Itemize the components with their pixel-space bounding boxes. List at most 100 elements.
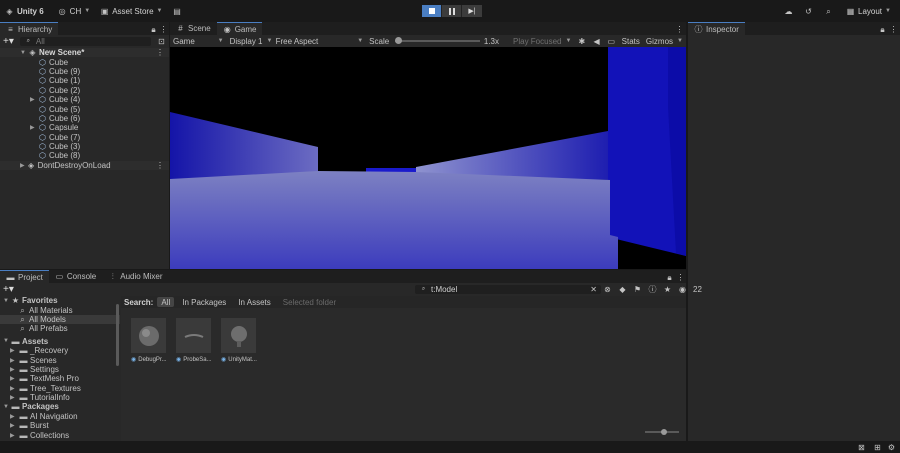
tree-item[interactable]: ▶ ▬ Scenes [0,355,120,365]
pause-button[interactable] [442,5,462,17]
zoom-slider[interactable] [645,429,679,435]
packages-header[interactable]: ▼ ▬ Packages [0,402,120,411]
star-icon[interactable]: ★ [663,285,672,294]
gizmos-dropdown[interactable]: Gizmos ▼ [646,37,683,46]
chevron-right-icon[interactable]: ▶ [10,347,17,354]
network-icon[interactable]: ⊠ [857,443,866,452]
cloud-icon[interactable]: ☁ [784,7,793,16]
play-focused-dropdown[interactable]: Play Focused ▼ [513,37,571,46]
account-button[interactable]: ◈ Unity 6 [0,0,49,22]
create-button[interactable]: +▾ [3,284,14,295]
chevron-right-icon[interactable]: ▶ [30,96,36,103]
cache-icon[interactable]: ⊞ [873,443,882,452]
dont-destroy-row[interactable]: ▶ ◈ DontDestroyOnLoad ⋮ [0,160,169,171]
game-viewport[interactable] [170,47,686,269]
tree-item[interactable]: ▶ ▬ TextMesh Pro [0,374,120,383]
hierarchy-item[interactable]: ⬡ Cube (9) [0,67,169,76]
chevron-right-icon[interactable]: ▶ [10,413,17,420]
play-button[interactable] [422,5,442,17]
lock-icon[interactable]: 🔒︎ [878,25,887,34]
model-asset[interactable]: ◉ UnityMat... [221,318,257,363]
chevron-right-icon[interactable]: ▶ [10,385,17,392]
tab-audio-mixer[interactable]: ⫶ Audio Mixer [102,270,168,283]
chevron-right-icon[interactable]: ▶ [10,375,17,382]
aspect-dropdown[interactable]: Free Aspect ▼ [276,37,364,46]
tree-item[interactable]: ▶ ▬ AI Navigation [0,412,120,421]
step-button[interactable]: ▶| [462,5,482,17]
chevron-right-icon[interactable]: ▶ [20,162,25,169]
project-search-input[interactable]: ⌕ t:Model ✕ [415,285,601,294]
scale-slider-handle[interactable] [395,37,403,44]
tab-game[interactable]: ◉ Game [216,22,263,35]
hierarchy-item[interactable]: ▶ ⬡ Capsule [0,123,169,132]
hierarchy-search-input[interactable]: ⌕ All [19,36,151,46]
lock-icon[interactable]: 🔒︎ [665,273,674,282]
chevron-down-icon[interactable]: ▼ [3,404,9,410]
tree-item[interactable]: ▶ ▬ Burst [0,421,120,430]
tree-item[interactable]: ⌕ All Materials [0,305,120,315]
more-icon[interactable]: ⋮ [156,161,164,170]
stats-button[interactable]: Stats [622,37,640,46]
tree-item[interactable]: ⌕ All Prefabs [0,324,120,333]
hierarchy-item[interactable]: ⬡ Cube [0,57,169,67]
search-by-label-icon[interactable]: ◆ [618,285,627,294]
scale-slider[interactable] [395,37,481,45]
more-icon[interactable]: ⋮ [156,48,164,57]
model-asset[interactable]: ◉ ProbeSa... [176,318,212,363]
tree-scrollbar[interactable] [116,304,119,366]
chevron-right-icon[interactable]: ▶ [10,357,17,364]
hierarchy-item[interactable]: ▶ ⬡ Cube (4) [0,95,169,104]
hierarchy-item[interactable]: ⬡ Cube (5) [0,104,169,114]
search-by-type-icon[interactable]: ⊗ [603,285,612,294]
chevron-down-icon[interactable]: ▼ [3,338,9,344]
assets-header[interactable]: ▼ ▬ Assets [0,337,120,346]
hierarchy-item[interactable]: ⬡ Cube (3) [0,142,169,151]
display-dropdown[interactable]: Display 1 ▼ [230,37,273,46]
more-icon[interactable]: ⋮ [889,25,898,34]
settings-icon[interactable]: ⚙ [887,443,896,452]
chevron-right-icon[interactable]: ▶ [10,422,17,429]
chevron-down-icon[interactable]: ▼ [20,50,26,56]
chevron-right-icon[interactable]: ▶ [10,366,17,373]
hierarchy-item[interactable]: ⬡ Cube (8) [0,151,169,160]
bug-icon[interactable]: ✱ [577,37,586,46]
tab-hierarchy[interactable]: ≡ Hierarchy [0,22,59,35]
tab-project[interactable]: ▬ Project [0,270,49,283]
more-icon[interactable]: ⋮ [676,273,685,282]
scene-row[interactable]: ▼ ◈ New Scene* ⋮ [0,48,169,58]
asset-store-dropdown[interactable]: ▣ Asset Store ▼ [95,0,167,22]
chevron-down-icon[interactable]: ▼ [3,298,9,304]
tab-scene[interactable]: # Scene [170,22,217,35]
more-icon[interactable]: ⋮ [675,25,684,34]
filter-selected-folder[interactable]: Selected folder [279,297,340,307]
tab-console[interactable]: ▭ Console [49,270,102,283]
favorites-header[interactable]: ▼ ★ Favorites [0,296,120,305]
layout-dropdown[interactable]: ▦ Layout ▼ [844,5,893,17]
tree-item[interactable]: ▶ ▬ Tree_Textures [0,384,120,393]
hierarchy-item[interactable]: ⬡ Cube (2) [0,86,169,95]
hierarchy-item[interactable]: ⬡ Cube (1) [0,76,169,85]
chevron-right-icon[interactable]: ▶ [10,394,17,401]
hierarchy-item[interactable]: ⬡ Cube (6) [0,114,169,123]
history-icon[interactable]: ↺ [804,7,813,16]
info-icon[interactable]: ⓘ [648,285,657,294]
package-button[interactable]: ▤ [168,0,187,22]
chevron-right-icon[interactable]: ▶ [10,432,17,439]
add-button[interactable]: +▾ [3,36,14,47]
model-asset[interactable]: ◉ DebugPr... [131,318,167,363]
tree-item[interactable]: ⌕ All Models [0,314,120,325]
search-icon[interactable]: ⌕ [824,7,833,16]
more-icon[interactable]: ⋮ [159,25,168,34]
tree-item[interactable]: ▶ ▬ Collections [0,430,120,440]
tree-item[interactable]: ▶ ▬ Settings [0,365,120,374]
filter-in-assets[interactable]: In Assets [234,297,274,307]
tab-inspector[interactable]: ⓘ Inspector [688,22,745,35]
filter-icon[interactable]: ⊡ [157,37,166,46]
clear-search-icon[interactable]: ✕ [590,285,597,294]
zoom-slider-handle[interactable] [661,429,667,435]
tree-item[interactable]: ▶ ▬ _Recovery [0,346,120,355]
lock-icon[interactable]: 🔒︎ [149,25,158,34]
chevron-right-icon[interactable]: ▶ [30,124,36,131]
shortcuts-icon[interactable]: ▭ [607,37,616,46]
tree-item[interactable]: ▶ ▬ TutorialInfo [0,393,120,402]
